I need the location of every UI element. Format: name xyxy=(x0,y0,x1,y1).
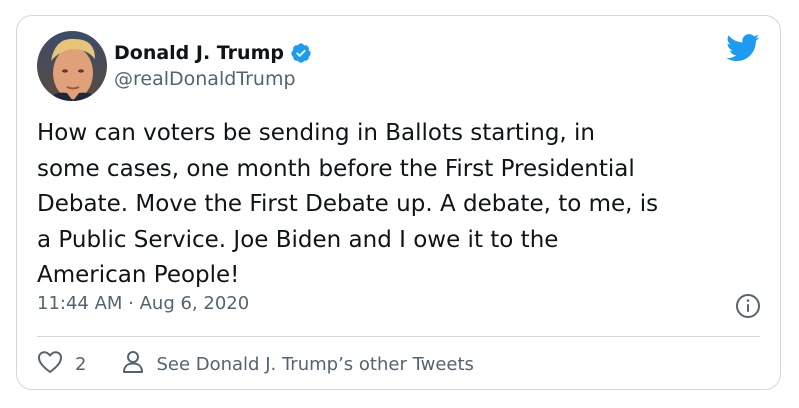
see-other-tweets-label: See Donald J. Trump’s other Tweets xyxy=(156,353,474,375)
avatar-image xyxy=(37,31,107,101)
author-handle[interactable]: @realDonaldTrump xyxy=(114,68,296,90)
tweet-actions: 2 See Donald J. Trump’s other Tweets xyxy=(37,349,474,379)
tweet-card: Donald J. Trump @realDonaldTrump How can… xyxy=(16,15,781,390)
divider xyxy=(37,336,760,337)
person-icon xyxy=(122,350,144,378)
twitter-bird-icon[interactable] xyxy=(726,34,760,62)
heart-icon xyxy=(37,350,63,378)
verified-badge-icon xyxy=(290,42,312,64)
see-other-tweets-link[interactable]: See Donald J. Trump’s other Tweets xyxy=(122,350,474,378)
like-button[interactable]: 2 xyxy=(37,350,86,378)
author-display-name[interactable]: Donald J. Trump xyxy=(114,42,284,64)
like-count: 2 xyxy=(75,353,87,375)
avatar[interactable] xyxy=(37,31,107,101)
author-name-row: Donald J. Trump xyxy=(114,40,312,66)
info-icon[interactable] xyxy=(735,293,761,319)
tweet-text: How can voters be sending in Ballots sta… xyxy=(37,120,659,288)
tweet-timestamp[interactable]: 11:44 AM · Aug 6, 2020 xyxy=(37,293,249,314)
